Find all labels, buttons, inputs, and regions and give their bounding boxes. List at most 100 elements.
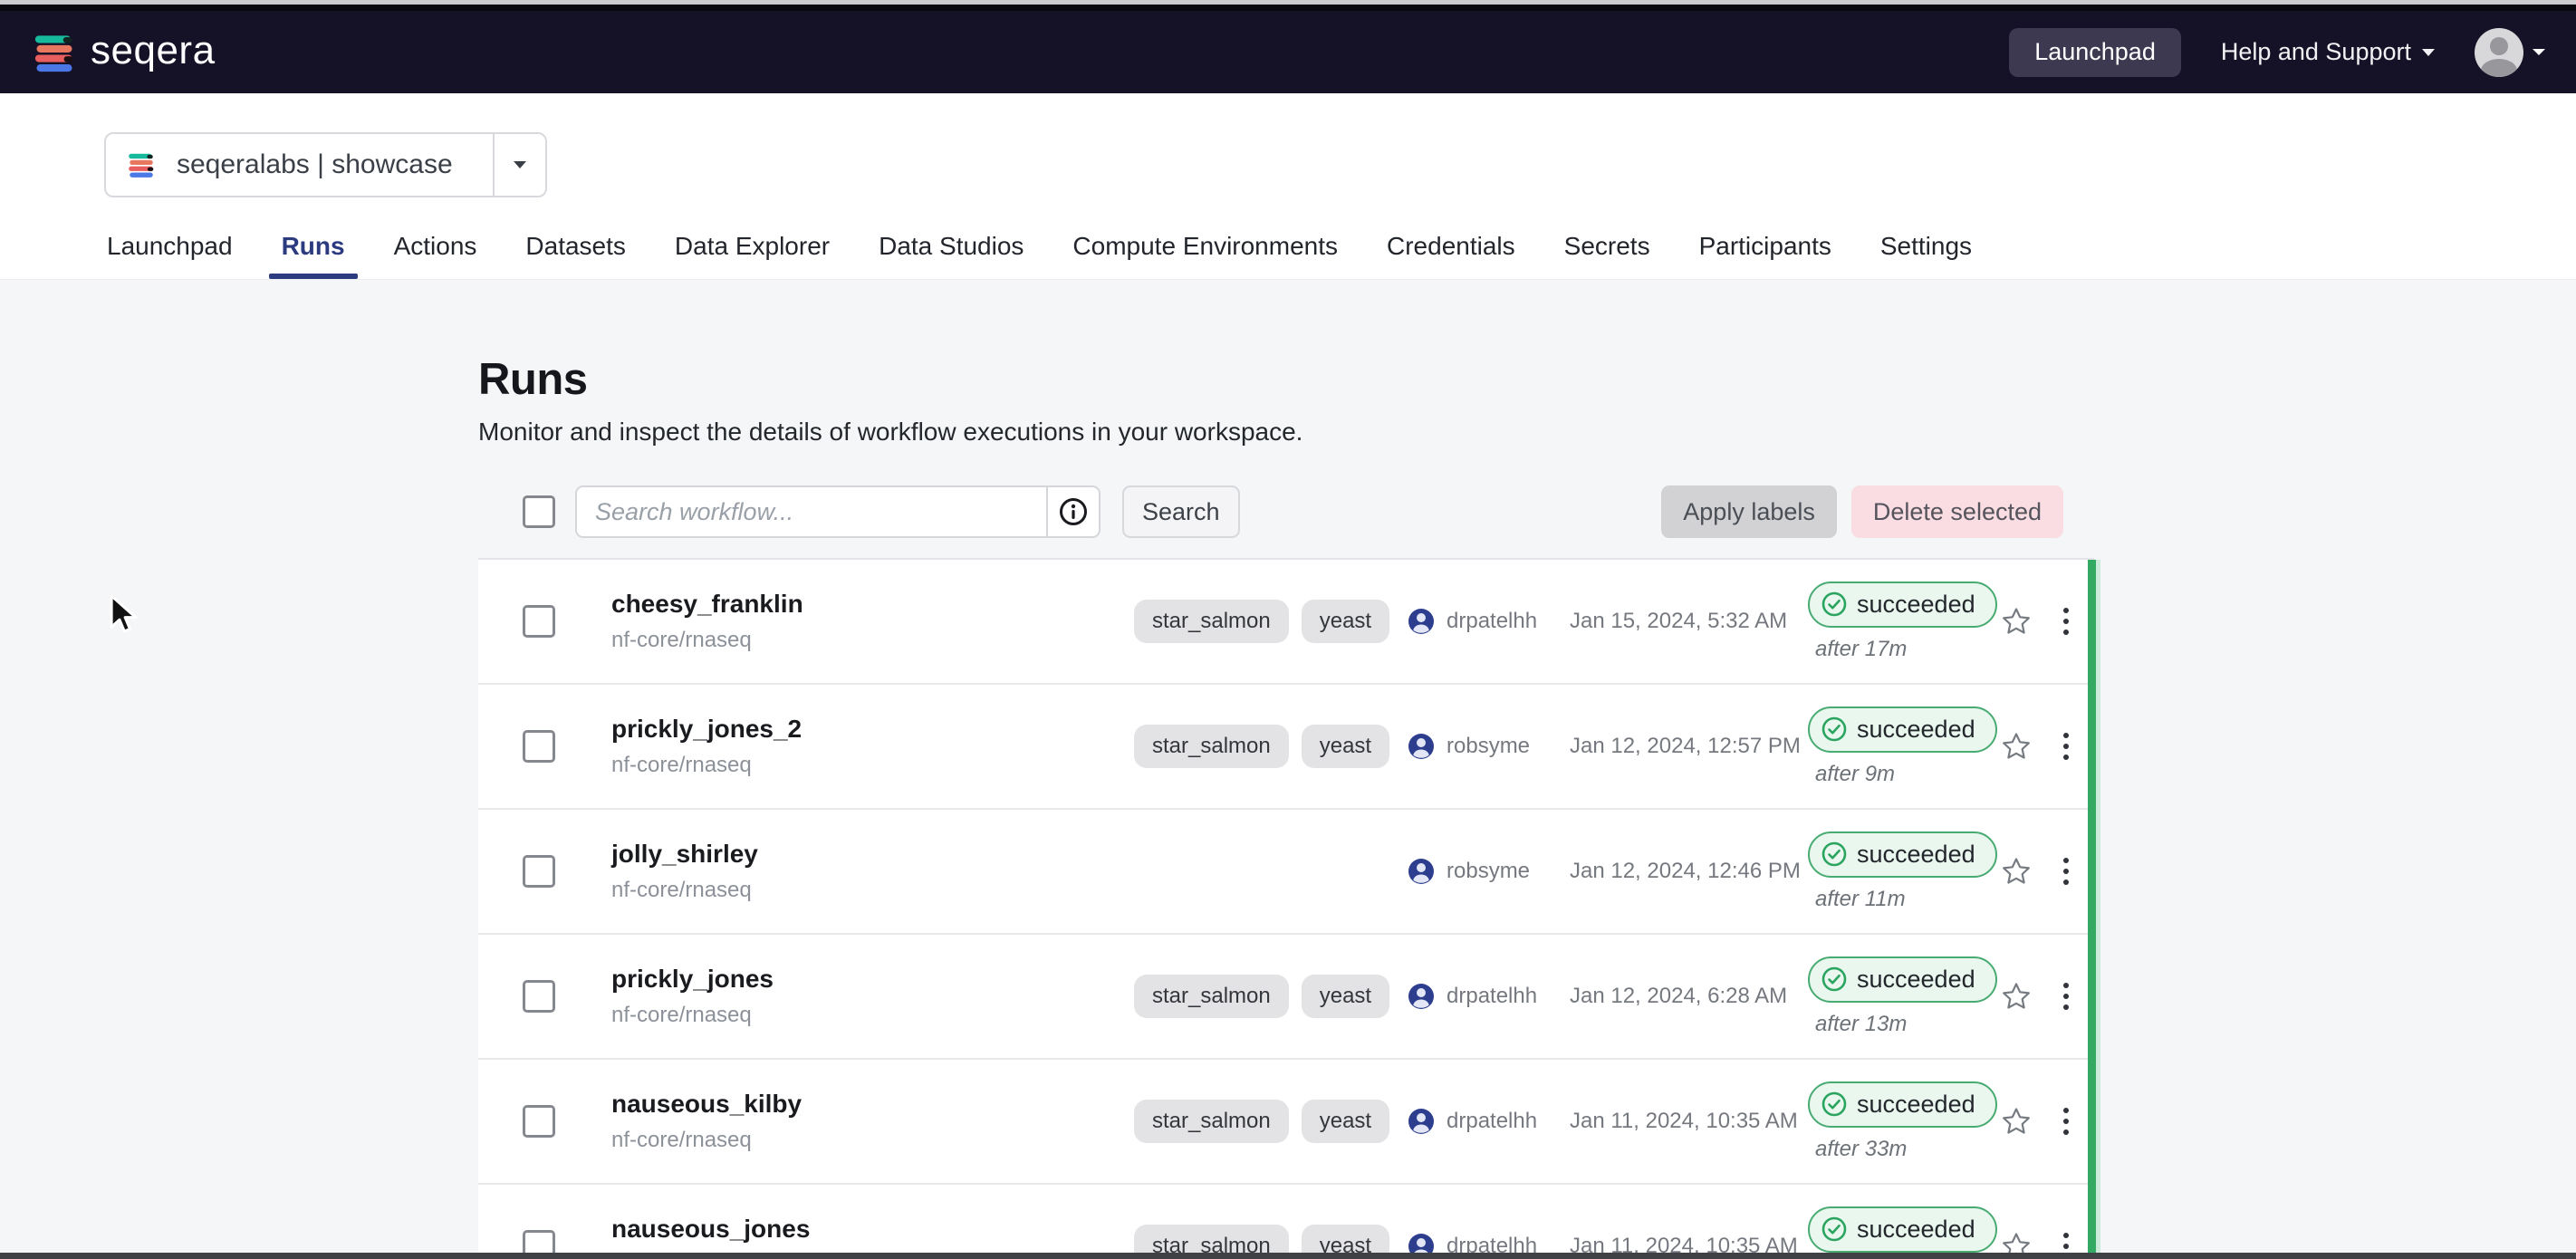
runs-toolbar: Search Apply labels Delete selected	[478, 485, 2094, 538]
kebab-icon	[2063, 1108, 2069, 1113]
run-name-link[interactable]: cheesy_franklin	[611, 590, 1119, 619]
brand-wordmark: seqera	[91, 31, 216, 71]
row-checkbox[interactable]	[523, 605, 555, 638]
chevron-down-icon	[2533, 49, 2545, 55]
user-icon	[1407, 1107, 1436, 1136]
run-date: Jan 12, 2024, 12:57 PM	[1562, 734, 1789, 759]
run-pipeline: nf-core/rnaseq	[611, 1003, 1119, 1028]
run-date: Jan 12, 2024, 6:28 AM	[1562, 984, 1789, 1009]
navbar-right: Launchpad Help and Support	[2009, 28, 2545, 77]
tab-credentials[interactable]: Credentials	[1387, 232, 1515, 279]
star-button[interactable]	[1988, 731, 2044, 762]
user-menu[interactable]	[2475, 28, 2545, 77]
run-duration: after 13m	[1815, 1012, 1988, 1037]
tab-participants[interactable]: Participants	[1699, 232, 1831, 279]
status-badge: succeeded	[1808, 956, 1997, 1003]
run-name-link[interactable]: jolly_shirley	[611, 840, 1119, 869]
seqera-logo[interactable]: seqera	[31, 29, 216, 76]
run-label-chip[interactable]: star_salmon	[1134, 1100, 1289, 1143]
tab-actions[interactable]: Actions	[394, 232, 477, 279]
check-circle-icon	[1821, 966, 1848, 993]
check-circle-icon	[1821, 591, 1848, 618]
run-user: robsyme	[1447, 859, 1530, 884]
row-checkbox[interactable]	[523, 855, 555, 888]
search-info-icon[interactable]	[1046, 487, 1099, 536]
run-name-link[interactable]: nauseous_jones	[611, 1215, 1119, 1244]
tab-datasets[interactable]: Datasets	[525, 232, 626, 279]
run-date: Jan 15, 2024, 5:32 AM	[1562, 609, 1789, 634]
search-button[interactable]: Search	[1122, 485, 1240, 538]
run-duration: after 17m	[1815, 637, 1988, 662]
row-menu-button[interactable]	[2044, 1108, 2088, 1135]
status-label: succeeded	[1857, 841, 1975, 869]
run-label-chip[interactable]: yeast	[1302, 975, 1389, 1018]
select-all-checkbox[interactable]	[523, 495, 555, 528]
row-menu-button[interactable]	[2044, 983, 2088, 1010]
tab-data-explorer[interactable]: Data Explorer	[675, 232, 830, 279]
run-label-chip[interactable]: star_salmon	[1134, 600, 1289, 643]
run-date: Jan 12, 2024, 12:46 PM	[1562, 859, 1789, 884]
launchpad-button[interactable]: Launchpad	[2009, 28, 2181, 77]
run-label-chip[interactable]: star_salmon	[1134, 975, 1289, 1018]
run-labels: star_salmon yeast	[1119, 975, 1399, 1018]
tab-label: Launchpad	[107, 232, 233, 260]
run-label-chip[interactable]: yeast	[1302, 725, 1389, 768]
tab-launchpad[interactable]: Launchpad	[107, 232, 233, 279]
tab-settings[interactable]: Settings	[1880, 232, 1972, 279]
run-name-link[interactable]: prickly_jones_2	[611, 715, 1119, 744]
runs-table: cheesy_franklin nf-core/rnaseq star_salm…	[478, 558, 2094, 1259]
window-top-border	[0, 5, 2576, 11]
page-subtitle: Monitor and inspect the details of workf…	[478, 418, 2094, 447]
row-menu-button[interactable]	[2044, 608, 2088, 635]
run-user: drpatelhh	[1447, 1109, 1537, 1134]
run-label-chip[interactable]: yeast	[1302, 600, 1389, 643]
row-menu-button[interactable]	[2044, 733, 2088, 760]
status-label: succeeded	[1857, 1091, 1975, 1119]
delete-selected-button[interactable]: Delete selected	[1851, 485, 2063, 538]
row-checkbox[interactable]	[523, 1105, 555, 1138]
run-user: drpatelhh	[1447, 609, 1537, 634]
status-label: succeeded	[1857, 716, 1975, 744]
status-badge: succeeded	[1808, 581, 1997, 628]
star-icon	[2001, 856, 2032, 887]
run-pipeline: nf-core/rnaseq	[611, 878, 1119, 903]
window-bottom-strip	[0, 1253, 2576, 1259]
row-checkbox[interactable]	[523, 980, 555, 1013]
run-label-chip[interactable]: yeast	[1302, 1100, 1389, 1143]
table-row: cheesy_franklin nf-core/rnaseq star_salm…	[478, 560, 2094, 685]
run-pipeline: nf-core/rnaseq	[611, 753, 1119, 778]
chevron-down-icon	[514, 161, 526, 168]
tab-label: Data Explorer	[675, 232, 830, 260]
check-circle-icon	[1821, 1091, 1848, 1118]
run-name-link[interactable]: prickly_jones	[611, 965, 1119, 994]
run-labels: star_salmon yeast	[1119, 725, 1399, 768]
main-content: Runs Monitor and inspect the details of …	[0, 280, 2576, 1170]
tab-label: Secrets	[1564, 232, 1650, 260]
top-navbar: seqera Launchpad Help and Support	[0, 11, 2576, 93]
tab-label: Runs	[282, 232, 345, 260]
star-button[interactable]	[1988, 1106, 2044, 1137]
row-menu-button[interactable]	[2044, 858, 2088, 885]
workspace-selector[interactable]: seqeralabs | showcase	[104, 132, 547, 197]
tab-secrets[interactable]: Secrets	[1564, 232, 1650, 279]
apply-labels-button[interactable]: Apply labels	[1661, 485, 1837, 538]
star-button[interactable]	[1988, 606, 2044, 637]
row-checkbox[interactable]	[523, 730, 555, 763]
mouse-cursor	[107, 593, 147, 637]
table-row: prickly_jones nf-core/rnaseq star_salmon…	[478, 935, 2094, 1060]
app-window: seqera Launchpad Help and Support	[0, 0, 2576, 1259]
user-icon	[1407, 732, 1436, 761]
user-icon	[1407, 607, 1436, 636]
search-input[interactable]	[577, 487, 1046, 536]
run-label-chip[interactable]: star_salmon	[1134, 725, 1289, 768]
workspace-dropdown-toggle[interactable]	[495, 161, 545, 168]
tab-runs[interactable]: Runs	[282, 232, 345, 279]
table-row: jolly_shirley nf-core/rnaseq robsyme Jan…	[478, 810, 2094, 935]
help-and-support-menu[interactable]: Help and Support	[2221, 38, 2435, 66]
tab-compute-environments[interactable]: Compute Environments	[1072, 232, 1338, 279]
star-button[interactable]	[1988, 856, 2044, 887]
star-button[interactable]	[1988, 981, 2044, 1012]
tab-data-studios[interactable]: Data Studios	[879, 232, 1024, 279]
run-labels: star_salmon yeast	[1119, 600, 1399, 643]
run-name-link[interactable]: nauseous_kilby	[611, 1090, 1119, 1119]
